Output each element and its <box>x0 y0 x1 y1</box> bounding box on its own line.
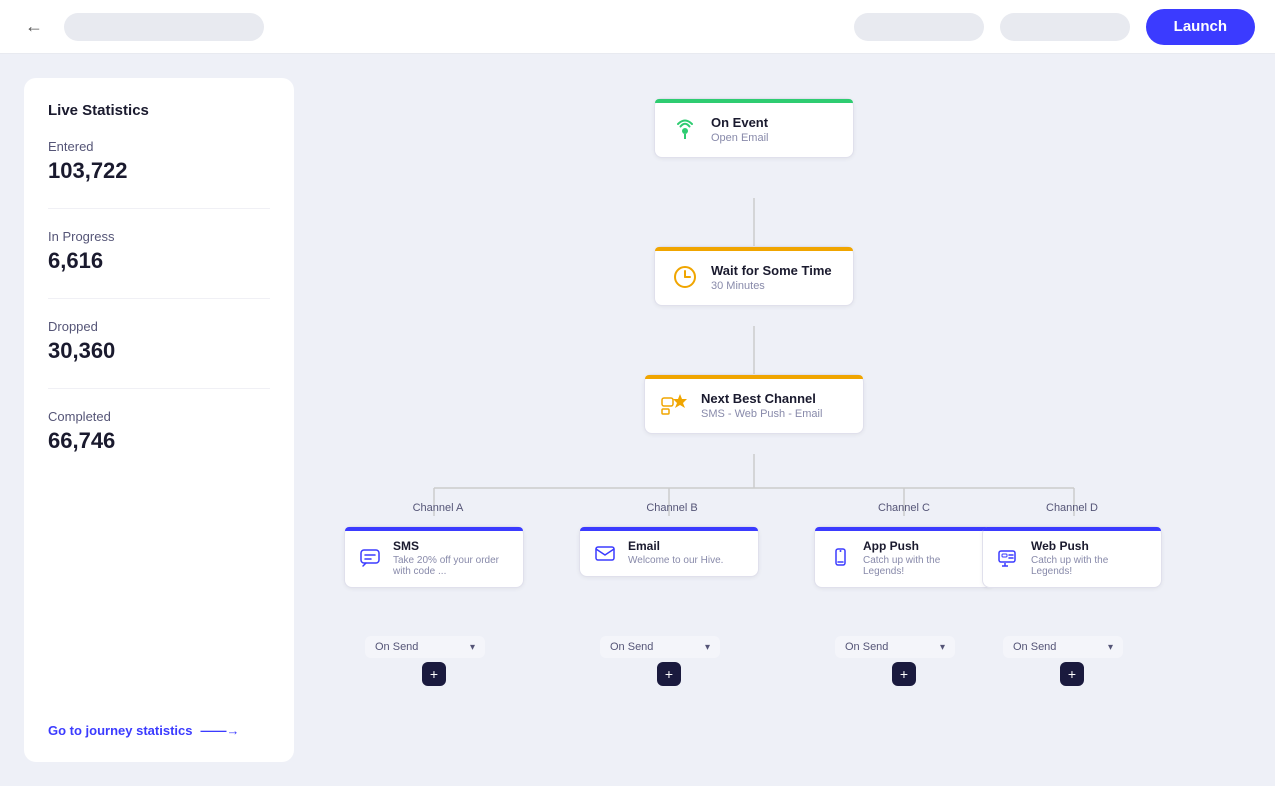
stat-completed: Completed 66,746 <box>48 409 270 454</box>
channel-c-label: Channel C <box>814 498 994 516</box>
stat-dropped-value: 30,360 <box>48 338 270 364</box>
channel-node-email[interactable]: Email Welcome to our Hive. <box>579 526 759 577</box>
node-nbc-sub: SMS - Web Push - Email <box>701 408 822 420</box>
on-send-c-chevron-icon: ▾ <box>940 642 945 653</box>
on-send-d-chevron-icon: ▾ <box>1108 642 1113 653</box>
app-push-icon <box>827 545 853 571</box>
sms-icon <box>357 545 383 571</box>
wait-icon <box>669 261 701 293</box>
stat-completed-label: Completed <box>48 409 270 424</box>
header-breadcrumb-pill <box>64 13 264 41</box>
node-top-bar-yellow <box>655 247 853 251</box>
stat-entered-label: Entered <box>48 139 270 154</box>
go-journey-link[interactable]: Go to journey statistics ——→ <box>48 723 270 738</box>
channel-c-label-text: Channel C <box>878 502 930 514</box>
channel-b-top-bar <box>580 527 758 531</box>
channel-b-sub: Welcome to our Hive. <box>628 555 723 566</box>
flow-nodes-container: On Event Open Email <box>314 78 1251 762</box>
plus-btn-c[interactable]: + <box>892 662 916 686</box>
plus-btn-a[interactable]: + <box>422 662 446 686</box>
main-content: Live Statistics Entered 103,722 In Progr… <box>0 54 1275 786</box>
channel-b-title: Email <box>628 539 723 553</box>
plus-btn-d[interactable]: + <box>1060 662 1084 686</box>
channel-a-label-text: Channel A <box>413 502 464 514</box>
on-send-a[interactable]: On Send ▾ <box>365 636 485 658</box>
on-send-a-chevron-icon: ▾ <box>470 642 475 653</box>
stat-inprogress-value: 6,616 <box>48 248 270 274</box>
node-event-sub: Open Email <box>711 132 768 144</box>
channel-node-sms[interactable]: SMS Take 20% off your order with code ..… <box>344 526 524 588</box>
flow-canvas: On Event Open Email <box>314 78 1251 762</box>
channel-d-sub: Catch up with the Legends! <box>1031 555 1149 577</box>
node-event-title: On Event <box>711 115 768 130</box>
on-send-d[interactable]: On Send ▾ <box>1003 636 1123 658</box>
node-on-event[interactable]: On Event Open Email <box>654 98 854 158</box>
node-wait-sub: 30 Minutes <box>711 280 832 292</box>
header-action-pill-1[interactable] <box>854 13 984 41</box>
go-journey-text: Go to journey statistics <box>48 723 192 738</box>
channel-b-label: Channel B <box>582 498 762 516</box>
live-statistics-panel: Live Statistics Entered 103,722 In Progr… <box>24 78 294 762</box>
channel-c-title: App Push <box>863 539 981 553</box>
channel-a-label: Channel A <box>348 498 528 516</box>
channel-c-top-bar <box>815 527 993 531</box>
channel-d-label-text: Channel D <box>1046 502 1098 514</box>
node-top-bar-orange <box>645 375 863 379</box>
on-send-a-text: On Send <box>375 641 466 653</box>
header-action-pill-2[interactable] <box>1000 13 1130 41</box>
node-nbc-title: Next Best Channel <box>701 391 822 406</box>
go-journey-arrow-icon: ——→ <box>200 723 239 738</box>
stat-completed-value: 66,746 <box>48 428 270 454</box>
stat-in-progress: In Progress 6,616 <box>48 229 270 274</box>
channel-d-label: Channel D <box>982 498 1162 516</box>
channel-node-app-push[interactable]: App Push Catch up with the Legends! <box>814 526 994 588</box>
node-nbc[interactable]: Next Best Channel SMS - Web Push - Email <box>644 374 864 434</box>
plus-btn-b[interactable]: + <box>657 662 681 686</box>
node-wait[interactable]: Wait for Some Time 30 Minutes <box>654 246 854 306</box>
on-send-b[interactable]: On Send ▾ <box>600 636 720 658</box>
back-icon: ← <box>25 16 43 37</box>
on-send-b-text: On Send <box>610 641 701 653</box>
channel-d-title: Web Push <box>1031 539 1149 553</box>
launch-button[interactable]: Launch <box>1146 9 1255 45</box>
channel-a-sub: Take 20% off your order with code ... <box>393 555 511 577</box>
on-send-d-text: On Send <box>1013 641 1104 653</box>
channel-d-top-bar <box>983 527 1161 531</box>
stat-dropped: Dropped 30,360 <box>48 319 270 364</box>
stat-inprogress-label: In Progress <box>48 229 270 244</box>
email-icon <box>592 540 618 566</box>
back-button[interactable]: ← <box>20 13 48 41</box>
channel-a-top-bar <box>345 527 523 531</box>
channel-b-label-text: Channel B <box>646 502 697 514</box>
stat-dropped-label: Dropped <box>48 319 270 334</box>
channel-c-sub: Catch up with the Legends! <box>863 555 981 577</box>
node-wait-title: Wait for Some Time <box>711 263 832 278</box>
event-icon <box>669 113 701 145</box>
stat-entered: Entered 103,722 <box>48 139 270 184</box>
channel-node-web-push[interactable]: Web Push Catch up with the Legends! <box>982 526 1162 588</box>
channel-a-title: SMS <box>393 539 511 553</box>
node-top-bar-green <box>655 99 853 103</box>
header: ← Launch <box>0 0 1275 54</box>
panel-title: Live Statistics <box>48 102 270 119</box>
stat-entered-value: 103,722 <box>48 158 270 184</box>
web-push-icon <box>995 545 1021 571</box>
on-send-c-text: On Send <box>845 641 936 653</box>
on-send-c[interactable]: On Send ▾ <box>835 636 955 658</box>
on-send-b-chevron-icon: ▾ <box>705 642 710 653</box>
nbc-icon <box>659 389 691 421</box>
